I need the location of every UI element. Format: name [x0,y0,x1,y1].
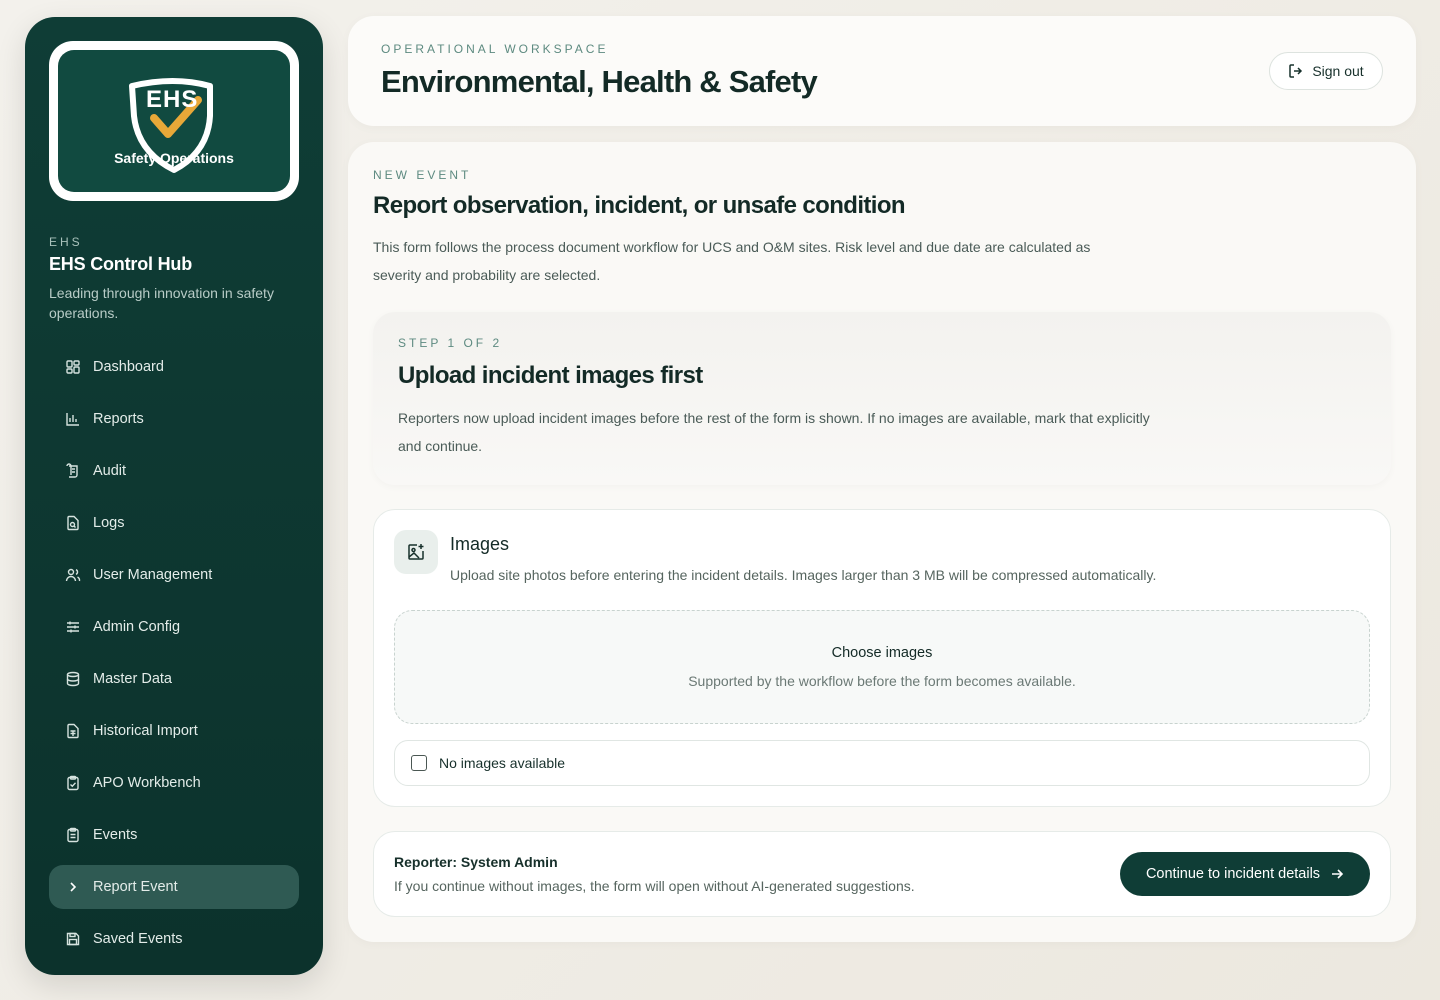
chevron-right-icon [65,879,81,895]
shield-logo-icon [129,78,213,173]
sidebar-item-master-data[interactable]: Master Data [49,657,299,701]
sidebar-item-label: APO Workbench [93,775,201,791]
sidebar-item-label: Audit [93,463,127,479]
sidebar-item-label: Logs [93,515,125,531]
submission-footer: Reporter: System Admin If you continue w… [373,831,1391,917]
sign-out-button[interactable]: Sign out [1269,52,1383,90]
scroll-icon [65,463,81,479]
continue-label: Continue to incident details [1145,866,1321,882]
sidebar-item-label: Report Event [93,879,178,895]
sidebar-item-label: Saved Events [93,931,183,947]
log-out-icon [1288,63,1304,79]
bar-chart-icon [65,411,81,427]
section-eyebrow: NEW EVENT [373,168,472,182]
step-description: Reporters now upload incident images bef… [398,410,1150,454]
image-plus-icon [394,530,438,574]
page-title: Environmental, Health & Safety [381,64,818,99]
sidebar-item-historical-import[interactable]: Historical Import [49,709,299,753]
sidebar-item-label: Dashboard [93,359,164,375]
arrow-right-icon [1330,867,1344,881]
sliders-icon [65,619,81,635]
sidebar-item-saved-events[interactable]: Saved Events [49,917,299,961]
sidebar-nav: Dashboard Reports Audit Logs User Manage… [49,345,299,969]
logo: EHS Safety Operations [49,41,299,201]
sidebar-item-label: Reports [93,411,144,427]
sidebar-item-admin-config[interactable]: Admin Config [49,605,299,649]
file-spreadsheet-icon [65,723,81,739]
sidebar-item-report-event[interactable]: Report Event [49,865,299,909]
report-event-panel: NEW EVENT Report observation, incident, … [348,142,1416,942]
sidebar-item-label: Events [93,827,138,843]
sidebar-item-reports[interactable]: Reports [49,397,299,441]
no-images-label: No images available [439,755,566,771]
image-dropzone[interactable]: Choose images Supported by the workflow … [394,610,1370,724]
step-indicator: STEP 1 OF 2 [398,336,503,350]
sidebar-item-label: Admin Config [93,619,181,635]
brand-title: EHS Control Hub [49,254,192,274]
clipboard-check-icon [65,775,81,791]
brand-tagline: Leading through innovation in safety ope… [49,285,274,321]
header-eyebrow: OPERATIONAL WORKSPACE [381,42,609,56]
sidebar-item-apo-workbench[interactable]: APO Workbench [49,761,299,805]
sidebar-item-logs[interactable]: Logs [49,501,299,545]
no-images-option[interactable]: No images available [394,740,1370,786]
no-images-checkbox[interactable] [411,755,427,771]
section-description: This form follows the process document w… [373,239,1091,283]
images-title: Images [450,534,510,554]
users-icon [65,567,81,583]
database-icon [65,671,81,687]
images-description: Upload site photos before entering the i… [450,567,1157,583]
sidebar: EHS Safety Operations EHS EHS Control Hu… [25,17,323,975]
logo-text-bottom: Safety Operations [114,150,234,166]
dropzone-subtitle: Supported by the workflow before the for… [688,673,1076,689]
sidebar-item-label: Master Data [93,671,172,687]
choose-images-label[interactable]: Choose images [395,645,1369,661]
step-card: STEP 1 OF 2 Upload incident images first… [373,312,1391,485]
clipboard-list-icon [65,827,81,843]
brand-eyebrow: EHS [49,235,83,249]
sign-out-label: Sign out [1312,63,1364,79]
file-search-icon [65,515,81,531]
step-title: Upload incident images first [398,362,703,389]
save-icon [65,931,81,947]
footer-note: If you continue without images, the form… [394,878,915,894]
logo-text-top: EHS [146,86,199,113]
sidebar-item-events[interactable]: Events [49,813,299,857]
continue-button[interactable]: Continue to incident details [1120,852,1370,896]
reporter-name: Reporter: System Admin [394,854,558,870]
sidebar-item-label: User Management [93,567,213,583]
section-title: Report observation, incident, or unsafe … [373,192,906,219]
images-section: Images Upload site photos before enterin… [373,509,1391,807]
dashboard-icon [65,359,81,375]
sidebar-item-user-management[interactable]: User Management [49,553,299,597]
sidebar-item-dashboard[interactable]: Dashboard [49,345,299,389]
header: OPERATIONAL WORKSPACE Environmental, Hea… [348,16,1416,126]
logo-badge: EHS Safety Operations [58,50,290,192]
sidebar-item-label: Historical Import [93,723,198,739]
sidebar-item-audit[interactable]: Audit [49,449,299,493]
